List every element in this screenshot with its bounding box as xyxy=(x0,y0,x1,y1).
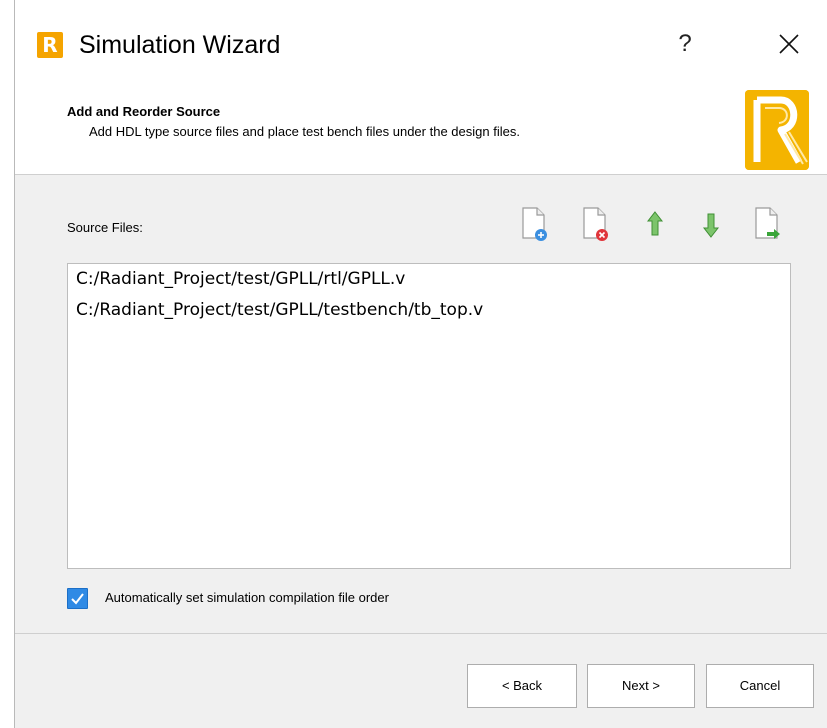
app-icon: R xyxy=(37,32,63,58)
move-down-icon xyxy=(702,213,720,238)
close-icon xyxy=(779,34,799,54)
move-down-button[interactable] xyxy=(697,204,725,242)
checkmark-icon xyxy=(71,593,84,605)
import-file-button[interactable] xyxy=(753,204,781,242)
import-file-icon xyxy=(755,207,780,239)
remove-file-button[interactable] xyxy=(581,204,609,242)
add-file-icon xyxy=(522,207,547,241)
move-up-icon xyxy=(646,211,664,236)
source-file-list[interactable]: C:/Radiant_Project/test/GPLL/rtl/GPLL.v … xyxy=(67,263,791,569)
footer-divider xyxy=(15,633,827,634)
help-button[interactable]: ? xyxy=(665,26,705,62)
wizard-header: Add and Reorder Source Add HDL type sour… xyxy=(15,90,827,175)
simulation-wizard-window: R Simulation Wizard ? Add and Reorder So… xyxy=(14,0,827,728)
close-button[interactable] xyxy=(767,22,811,66)
radiant-logo-icon xyxy=(745,90,809,170)
list-item[interactable]: C:/Radiant_Project/test/GPLL/rtl/GPLL.v xyxy=(76,269,405,289)
list-item[interactable]: C:/Radiant_Project/test/GPLL/testbench/t… xyxy=(76,300,483,320)
window-title: Simulation Wizard xyxy=(79,31,281,59)
back-button[interactable]: < Back xyxy=(467,664,577,708)
move-up-button[interactable] xyxy=(641,204,669,242)
auto-order-label[interactable]: Automatically set simulation compilation… xyxy=(105,590,389,605)
source-files-label: Source Files: xyxy=(67,220,143,235)
title-bar: R Simulation Wizard ? xyxy=(15,0,827,90)
cancel-button[interactable]: Cancel xyxy=(706,664,814,708)
add-file-button[interactable] xyxy=(520,204,548,242)
auto-order-checkbox[interactable] xyxy=(67,588,88,609)
header-title: Add and Reorder Source xyxy=(67,104,221,119)
header-subtitle: Add HDL type source files and place test… xyxy=(89,124,520,139)
remove-file-icon xyxy=(583,207,608,241)
next-button[interactable]: Next > xyxy=(587,664,695,708)
